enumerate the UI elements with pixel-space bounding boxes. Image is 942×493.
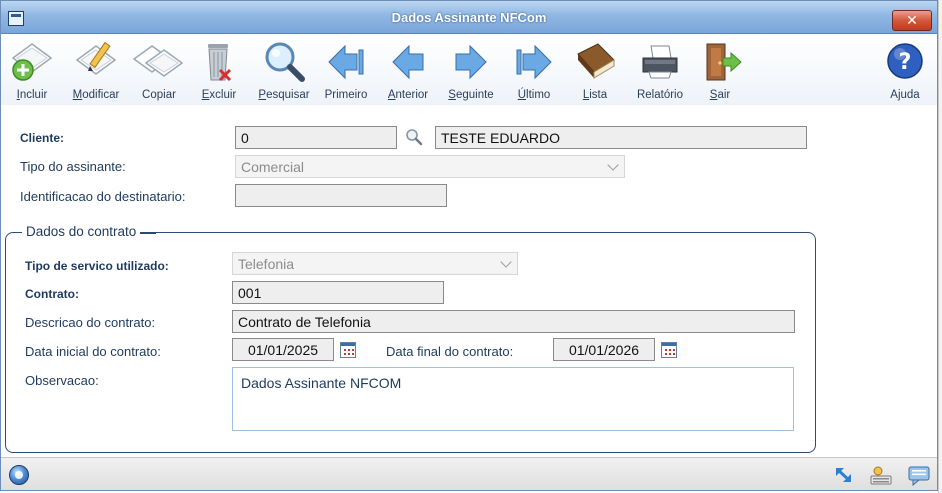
magnifier-icon [265, 42, 305, 82]
incluir-button[interactable]: Incluir [3, 37, 61, 103]
close-button[interactable]: ✕ [892, 10, 932, 31]
keyboard-settings-icon[interactable] [869, 464, 893, 486]
excluir-button[interactable]: Excluir [190, 37, 248, 103]
svg-text:?: ? [899, 50, 912, 75]
book-icon [577, 43, 615, 79]
copiar-button[interactable]: Copiar [130, 37, 188, 103]
contrato-field[interactable]: 001 [232, 281, 444, 304]
tipo-servico-label: Tipo de servico utilizado: [25, 259, 169, 273]
exit-door-icon [706, 43, 742, 81]
identificacao-field[interactable] [235, 184, 447, 207]
identificacao-label: Identificacao do destinatario: [20, 189, 186, 204]
toolbar: Incluir Modificar Copiar Excluir Pesquis… [1, 35, 937, 105]
ajuda-button[interactable]: ? Ajuda [876, 37, 934, 103]
tipo-servico-value: Telefonia [238, 256, 295, 272]
sair-button[interactable]: Sair [691, 37, 749, 103]
trash-icon [208, 44, 232, 82]
dados-assinante-window: Dados Assinante NFCom ✕ Incluir Modifica… [0, 0, 938, 491]
pesquisar-button[interactable]: Pesquisar [255, 37, 313, 103]
calendar-icon[interactable] [661, 342, 677, 358]
copy-documents-icon [132, 45, 184, 77]
chevron-down-icon [500, 256, 512, 268]
observacao-label: Observacao: [25, 373, 99, 388]
tipo-assinante-value: Comercial [241, 159, 305, 175]
background-window-edge [938, 0, 942, 493]
status-bar [1, 457, 937, 490]
cliente-name-field[interactable]: TESTE EDUARDO [435, 126, 807, 149]
anterior-button[interactable]: Anterior [379, 37, 437, 103]
data-final-field[interactable]: 01/01/2026 [553, 338, 655, 361]
edit-document-icon [75, 41, 117, 75]
help-icon: ? [887, 43, 923, 79]
ajuda-label: Ajuda [890, 89, 920, 101]
search-icon[interactable] [405, 128, 423, 146]
data-inicial-field[interactable]: 01/01/2025 [232, 338, 334, 361]
primeiro-label: Primeiro [324, 89, 368, 101]
tipo-servico-select[interactable]: Telefonia [232, 252, 518, 275]
chat-bubble-icon[interactable] [907, 464, 931, 486]
previous-arrow-icon [392, 44, 424, 80]
relatorio-button[interactable]: Relatório [631, 37, 689, 103]
chevron-down-icon [607, 159, 619, 171]
observacao-textarea[interactable]: Dados Assinante NFCOM [232, 367, 794, 431]
descricao-label: Descricao do contrato: [25, 315, 156, 330]
title-bar: Dados Assinante NFCom ✕ [1, 1, 937, 34]
data-inicial-label: Data inicial do contrato: [25, 344, 161, 359]
modificar-button[interactable]: Modificar [67, 37, 125, 103]
window-title: Dados Assinante NFCom [391, 10, 547, 25]
ultimo-button[interactable]: Último [505, 37, 563, 103]
printer-icon [642, 45, 678, 79]
first-arrow-icon [328, 44, 364, 80]
data-final-label: Data final do contrato: [386, 344, 514, 359]
lista-button[interactable]: Lista [566, 37, 624, 103]
calendar-icon[interactable] [340, 342, 356, 358]
contrato-label: Contrato: [25, 287, 79, 301]
primeiro-button[interactable]: Primeiro [317, 37, 375, 103]
tipo-assinante-select[interactable]: Comercial [235, 155, 625, 178]
descricao-field[interactable]: Contrato de Telefonia [232, 310, 795, 333]
last-arrow-icon [516, 44, 552, 80]
add-document-icon [11, 43, 53, 81]
cliente-code-field[interactable]: 0 [235, 126, 397, 149]
globe-icon[interactable] [9, 465, 29, 485]
cliente-label: Cliente: [20, 131, 65, 145]
dados-contrato-title: Dados do contrato [22, 224, 157, 239]
tipo-assinante-label: Tipo do assinante: [20, 159, 126, 174]
resize-arrow-icon[interactable] [832, 464, 856, 486]
seguinte-button[interactable]: Seguinte [442, 37, 500, 103]
next-arrow-icon [455, 44, 487, 80]
